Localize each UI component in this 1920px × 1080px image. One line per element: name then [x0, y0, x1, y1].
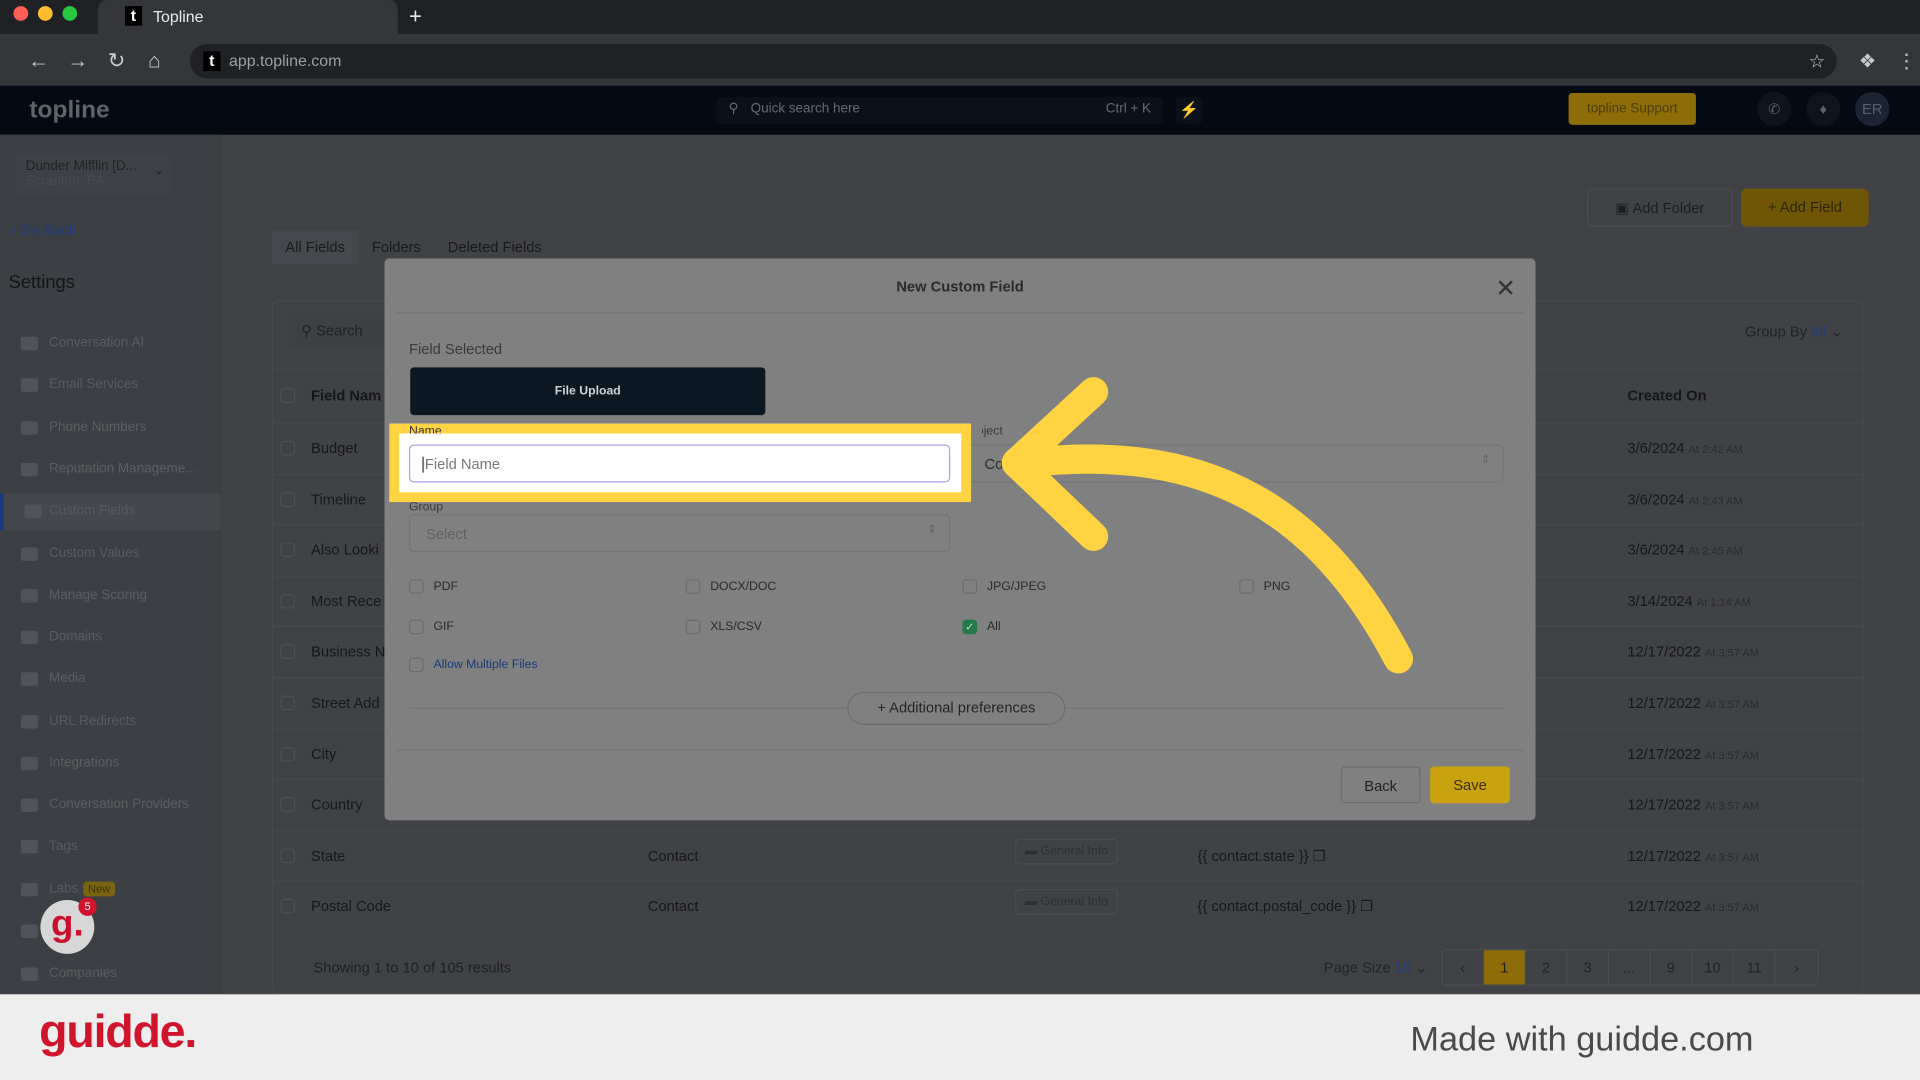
notification-badge: 5: [78, 897, 97, 916]
pointer-arrow-icon: [1001, 377, 1414, 674]
made-with-guidde: Made with guidde.com: [1410, 1020, 1754, 1058]
guidde-logo: guidde.: [39, 1006, 197, 1058]
screen: t Topline + ← → ↻ ⌂ t app.topline.com ☆ …: [0, 0, 1920, 1080]
